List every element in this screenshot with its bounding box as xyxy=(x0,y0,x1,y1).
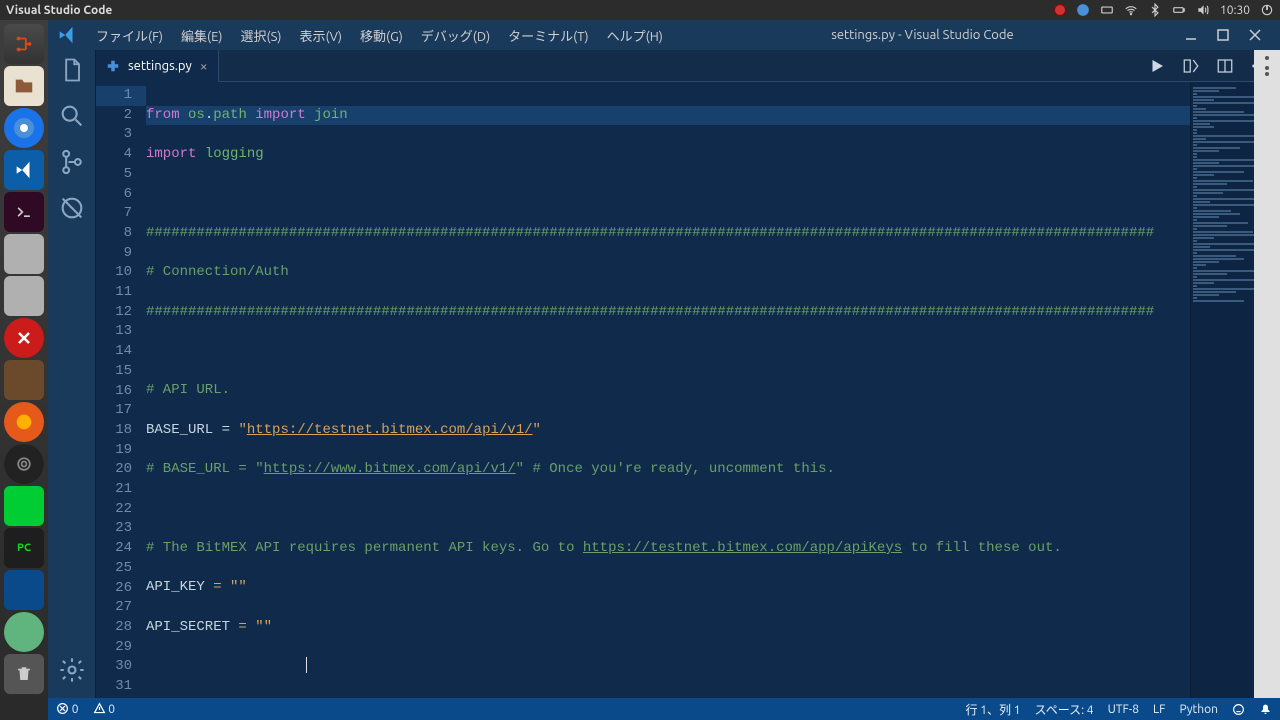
system-tray: 10:30 xyxy=(1054,3,1274,17)
chromium-tray-icon[interactable] xyxy=(1076,3,1090,17)
launcher-dash-icon[interactable] xyxy=(4,24,44,64)
menu-terminal[interactable]: ターミナル(T) xyxy=(500,23,596,48)
explorer-icon[interactable] xyxy=(58,56,86,84)
launcher-obs-icon[interactable] xyxy=(4,444,44,484)
launcher-error-icon[interactable] xyxy=(4,318,44,358)
active-window-title: Visual Studio Code xyxy=(6,4,112,17)
editor-tabs: settings.py × xyxy=(96,50,1280,82)
tab-settings-py[interactable]: settings.py × xyxy=(96,50,219,82)
status-warnings[interactable]: 0 xyxy=(93,702,116,716)
power-icon[interactable] xyxy=(1260,3,1274,17)
status-errors[interactable]: 0 xyxy=(56,702,79,716)
launcher-drive-icon[interactable] xyxy=(4,234,44,274)
launcher-vscode-icon[interactable] xyxy=(4,150,44,190)
minimize-icon[interactable] xyxy=(1184,28,1198,42)
launcher-virtualbox-icon[interactable] xyxy=(4,570,44,610)
vscode-window: ファイル(F) 編集(E) 選択(S) 表示(V) 移動(G) デバッグ(D) … xyxy=(48,20,1280,720)
ubuntu-top-panel: Visual Studio Code 10:30 xyxy=(0,0,1280,20)
text-cursor xyxy=(306,657,307,673)
launcher-pycharm-icon[interactable]: PC xyxy=(4,528,44,568)
ubuntu-launcher: PC xyxy=(0,20,48,720)
window-title: settings.py - Visual Studio Code xyxy=(673,28,1172,42)
menu-go[interactable]: 移動(G) xyxy=(352,23,411,48)
launcher-trash-icon[interactable] xyxy=(4,654,44,694)
run-icon[interactable] xyxy=(1148,57,1166,75)
close-icon[interactable] xyxy=(1248,28,1262,42)
record-indicator-icon[interactable] xyxy=(1054,4,1066,16)
menu-debug[interactable]: デバッグ(D) xyxy=(413,23,498,48)
code-content[interactable]: from os.path import join import logging … xyxy=(146,82,1190,698)
keyboard-indicator-icon[interactable] xyxy=(1100,3,1114,17)
launcher-firefox-icon[interactable] xyxy=(4,402,44,442)
debug-icon[interactable] xyxy=(58,194,86,222)
settings-gear-icon[interactable] xyxy=(58,656,86,684)
menu-bar: ファイル(F) 編集(E) 選択(S) 表示(V) 移動(G) デバッグ(D) … xyxy=(48,20,1280,50)
launcher-terminal-icon[interactable] xyxy=(4,192,44,232)
maximize-icon[interactable] xyxy=(1216,28,1230,42)
bluetooth-icon[interactable] xyxy=(1148,3,1162,17)
status-line-col[interactable]: 行 1、列 1 xyxy=(966,701,1021,718)
python-file-icon xyxy=(106,59,120,73)
vscode-logo-icon xyxy=(56,24,78,46)
status-language[interactable]: Python xyxy=(1179,703,1218,716)
split-diff-icon[interactable] xyxy=(1182,57,1200,75)
split-editor-icon[interactable] xyxy=(1216,57,1234,75)
notifications-bell-icon[interactable] xyxy=(1259,703,1272,716)
launcher-drive-icon[interactable] xyxy=(4,276,44,316)
menu-select[interactable]: 選択(S) xyxy=(233,23,290,48)
launcher-brush-icon[interactable] xyxy=(4,360,44,400)
tab-label: settings.py xyxy=(128,59,192,73)
menu-help[interactable]: ヘルプ(H) xyxy=(599,23,671,48)
status-bar: 0 0 行 1、列 1 スペース: 4 UTF-8 LF Python xyxy=(48,698,1280,720)
search-icon[interactable] xyxy=(58,102,86,130)
menu-edit[interactable]: 編集(E) xyxy=(173,23,230,48)
clock[interactable]: 10:30 xyxy=(1220,4,1250,17)
battery-icon[interactable] xyxy=(1172,3,1186,17)
feedback-smiley-icon[interactable] xyxy=(1232,703,1245,716)
status-eol[interactable]: LF xyxy=(1153,703,1165,716)
launcher-files-icon[interactable] xyxy=(4,66,44,106)
menu-file[interactable]: ファイル(F) xyxy=(88,23,171,48)
menu-view[interactable]: 表示(V) xyxy=(292,23,350,48)
tab-close-icon[interactable]: × xyxy=(200,58,208,74)
source-control-icon[interactable] xyxy=(58,148,86,176)
launcher-chromium-icon[interactable] xyxy=(4,108,44,148)
launcher-atom-icon[interactable] xyxy=(4,612,44,652)
launcher-camera-icon[interactable] xyxy=(4,486,44,526)
code-editor[interactable]: 1234567891011121314151617181920212223242… xyxy=(96,82,1280,698)
wifi-icon[interactable] xyxy=(1124,3,1138,17)
line-gutter: 1234567891011121314151617181920212223242… xyxy=(96,82,146,698)
activity-bar xyxy=(48,50,96,698)
right-scrollbar-area[interactable] xyxy=(1254,50,1280,698)
volume-icon[interactable] xyxy=(1196,3,1210,17)
status-encoding[interactable]: UTF-8 xyxy=(1108,703,1139,716)
status-spaces[interactable]: スペース: 4 xyxy=(1035,701,1094,718)
